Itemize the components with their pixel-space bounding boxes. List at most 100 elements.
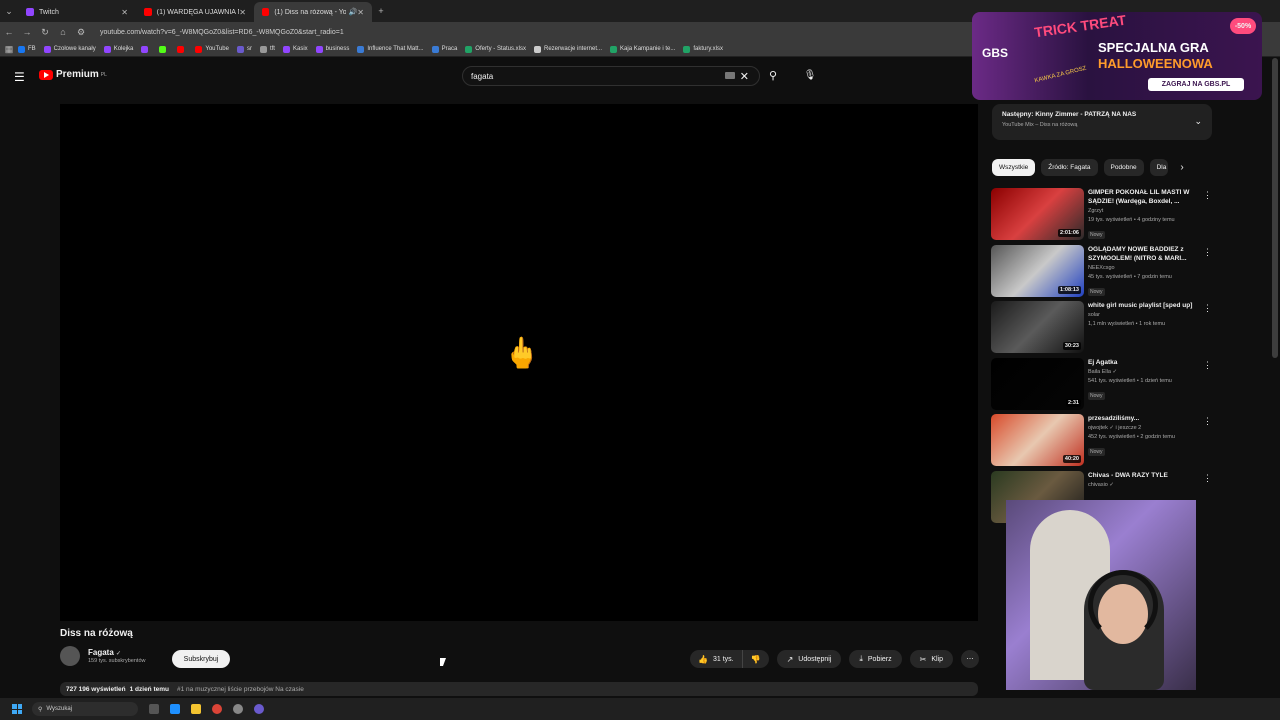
video-title[interactable]: white girl music playlist [sped up] (1088, 301, 1200, 310)
close-icon[interactable]: ✕ (121, 8, 128, 17)
list-item[interactable]: 1:08:13 OGLĄDAMY NOWE BADDIEZ z SZYMOOLEM… (991, 244, 1216, 302)
chip-related[interactable]: Podobne (1103, 159, 1144, 176)
widgets-icon[interactable] (170, 704, 180, 714)
keyboard-icon[interactable] (725, 72, 735, 79)
bookmark-item[interactable] (177, 45, 187, 53)
search-icon[interactable]: ⚲ (763, 66, 783, 86)
bookmark-item[interactable]: YouTube (195, 45, 229, 53)
microphone-icon[interactable]: 🎙 (800, 66, 820, 86)
clip-button[interactable]: ✂ Klip (909, 650, 954, 668)
taskbar-search-input[interactable]: ⚲ Wyszukaj (32, 702, 138, 716)
bookmark-item[interactable]: Oferty - Status.xlsx (465, 45, 526, 53)
home-icon[interactable]: ⌂ (54, 27, 72, 37)
like-button[interactable]: 👍 31 tys. (690, 650, 743, 668)
video-thumbnail[interactable]: 40:20 (991, 414, 1084, 466)
tab-wardega[interactable]: (1) WARDĘGA UJAWNIA NIEZN ✕ (136, 2, 254, 22)
close-icon[interactable]: ✕ (357, 8, 364, 17)
clear-search-icon[interactable]: ✕ (740, 70, 749, 83)
bookmark-item[interactable] (141, 45, 151, 53)
video-channel[interactable]: Baila Ella ✓ (1088, 369, 1200, 375)
bookmark-item[interactable] (159, 45, 169, 53)
chip-for-you[interactable]: Dla (1149, 159, 1169, 176)
video-title[interactable]: przesadziliśmy... (1088, 414, 1200, 423)
bookmark-item[interactable]: Influence That Matt... (357, 45, 424, 53)
url-field[interactable]: youtube.com/watch?v=6_-W8MQGoZ0&list=RD6… (100, 29, 344, 36)
apps-icon[interactable]: ▦ (0, 44, 18, 55)
bookmark-item[interactable]: business (315, 45, 349, 53)
more-actions-button[interactable]: ⋯ (961, 650, 980, 668)
bookmark-item[interactable]: FB (18, 45, 36, 53)
video-thumbnail[interactable]: 2:01:06 (991, 188, 1084, 240)
up-next-panel[interactable]: Następny: Kinny Zimmer - PATRZĄ NA NAS Y… (992, 104, 1212, 140)
chrome-icon[interactable] (212, 704, 222, 714)
reload-icon[interactable]: ↻ (36, 27, 54, 38)
bookmark-item[interactable]: tft (259, 45, 275, 53)
video-channel[interactable]: ojwojtek ✓ i jeszcze 2 (1088, 425, 1200, 431)
windows-start-icon[interactable] (12, 704, 22, 714)
video-thumbnail[interactable]: 30:23 (991, 301, 1084, 353)
video-description[interactable]: 727 196 wyświetleń 1 dzień temu #1 na mu… (60, 682, 978, 696)
youtube-premium-logo[interactable]: Premium PL (39, 69, 107, 80)
ad-banner[interactable]: GBS TRICK TREAT SPECJALNA GRA HALLOWEENO… (972, 12, 1262, 100)
video-channel[interactable]: NEEXcsgo (1088, 265, 1200, 271)
download-button[interactable]: ⤓ Pobierz (849, 650, 902, 668)
bookmark-item[interactable]: Czołowe kanały (43, 45, 96, 53)
back-icon[interactable]: ← (0, 27, 18, 37)
video-title[interactable]: Ej Agatka (1088, 358, 1200, 367)
trending-label[interactable]: #1 na muzycznej liście przebojów Na czas… (177, 686, 304, 693)
bookmark-item[interactable]: sr (236, 45, 252, 53)
bookmark-item[interactable]: Praca (431, 45, 458, 53)
search-input[interactable]: fagata ✕ (462, 66, 760, 86)
new-tab-icon[interactable]: + (372, 6, 390, 16)
hamburger-menu-icon[interactable]: ☰ (14, 70, 25, 84)
more-vert-icon[interactable]: ⋮ (1203, 360, 1212, 371)
video-channel[interactable]: Zgrzyt (1088, 208, 1200, 214)
ad-cta[interactable]: ZAGRAJ NA GBS.PL (1148, 78, 1244, 91)
share-button[interactable]: ↗ Udostępnij (776, 650, 842, 668)
bookmark-item[interactable]: faktury.xlsx (683, 45, 723, 53)
chip-all[interactable]: Wszystkie (992, 159, 1036, 176)
bookmark-item[interactable]: Kaja Kampanie i te... (610, 45, 675, 53)
video-thumbnail[interactable]: 1:08:13 (991, 244, 1084, 297)
video-channel[interactable]: chivasio ✓ (1088, 482, 1200, 488)
obs-icon[interactable] (233, 704, 243, 714)
more-vert-icon[interactable]: ⋮ (1203, 303, 1212, 314)
subscribe-button[interactable]: Subskrybuj (172, 650, 230, 668)
page-scrollbar[interactable] (1272, 58, 1278, 358)
video-title[interactable]: Chivas - DWA RAZY TYLE (1088, 471, 1200, 480)
messenger-icon[interactable] (254, 704, 264, 714)
dislike-button[interactable]: 👎 (743, 655, 769, 664)
tab-diss[interactable]: (1) Diss na różową - YouTu 🔊 ✕ (254, 2, 372, 22)
bookmark-item[interactable]: Kasix (282, 45, 308, 53)
tab-twitch[interactable]: Twitch ✕ (18, 2, 136, 22)
more-vert-icon[interactable]: ⋮ (1203, 190, 1212, 201)
speaker-icon[interactable]: 🔊 (349, 8, 358, 16)
file-explorer-icon[interactable] (191, 704, 201, 714)
more-vert-icon[interactable]: ⋮ (1203, 416, 1212, 427)
forward-icon[interactable]: → (18, 27, 36, 37)
webcam-overlay (1006, 500, 1196, 690)
list-item[interactable]: 30:23 white girl music playlist [sped up]… (991, 301, 1216, 358)
close-icon[interactable]: ✕ (239, 8, 246, 17)
video-title[interactable]: OGLĄDAMY NOWE BADDIEZ z SZYMOOLEM! (NITR… (1088, 245, 1200, 263)
tab-search-icon[interactable]: ⌄ (0, 6, 18, 17)
list-item[interactable]: 40:20 przesadziliśmy... ojwojtek ✓ i jeszc… (991, 414, 1216, 471)
chevron-right-icon[interactable]: › (1180, 162, 1183, 173)
task-view-icon[interactable] (149, 704, 159, 714)
video-thumbnail[interactable]: 2:31 (991, 357, 1084, 410)
avatar[interactable] (60, 646, 80, 666)
video-channel[interactable]: solar (1088, 312, 1200, 318)
chip-source[interactable]: Źródło: Fagata (1041, 159, 1098, 176)
bookmark-item[interactable]: Rezerwacje internet... (533, 45, 602, 53)
video-title[interactable]: GIMPER POKONAŁ LIL MASTI W SĄDZIE! (Ward… (1088, 188, 1200, 206)
list-item[interactable]: 2:31 Ej Agatka Baila Ella ✓ 541 tys. wyświe… (991, 357, 1216, 415)
list-item[interactable]: 2:01:06 GIMPER POKONAŁ LIL MASTI W SĄDZIE… (991, 188, 1216, 245)
site-info-icon[interactable]: ⚙ (72, 27, 90, 38)
more-vert-icon[interactable]: ⋮ (1203, 247, 1212, 258)
bookmark-item[interactable]: Kolejka (103, 45, 133, 53)
bookmark-label: Praca (441, 46, 458, 52)
chevron-down-icon[interactable]: ⌄ (1194, 116, 1202, 127)
bookmark-label: faktury.xlsx (693, 46, 723, 52)
channel-name[interactable]: Fagata ✓ (88, 648, 145, 657)
more-vert-icon[interactable]: ⋮ (1203, 473, 1212, 484)
